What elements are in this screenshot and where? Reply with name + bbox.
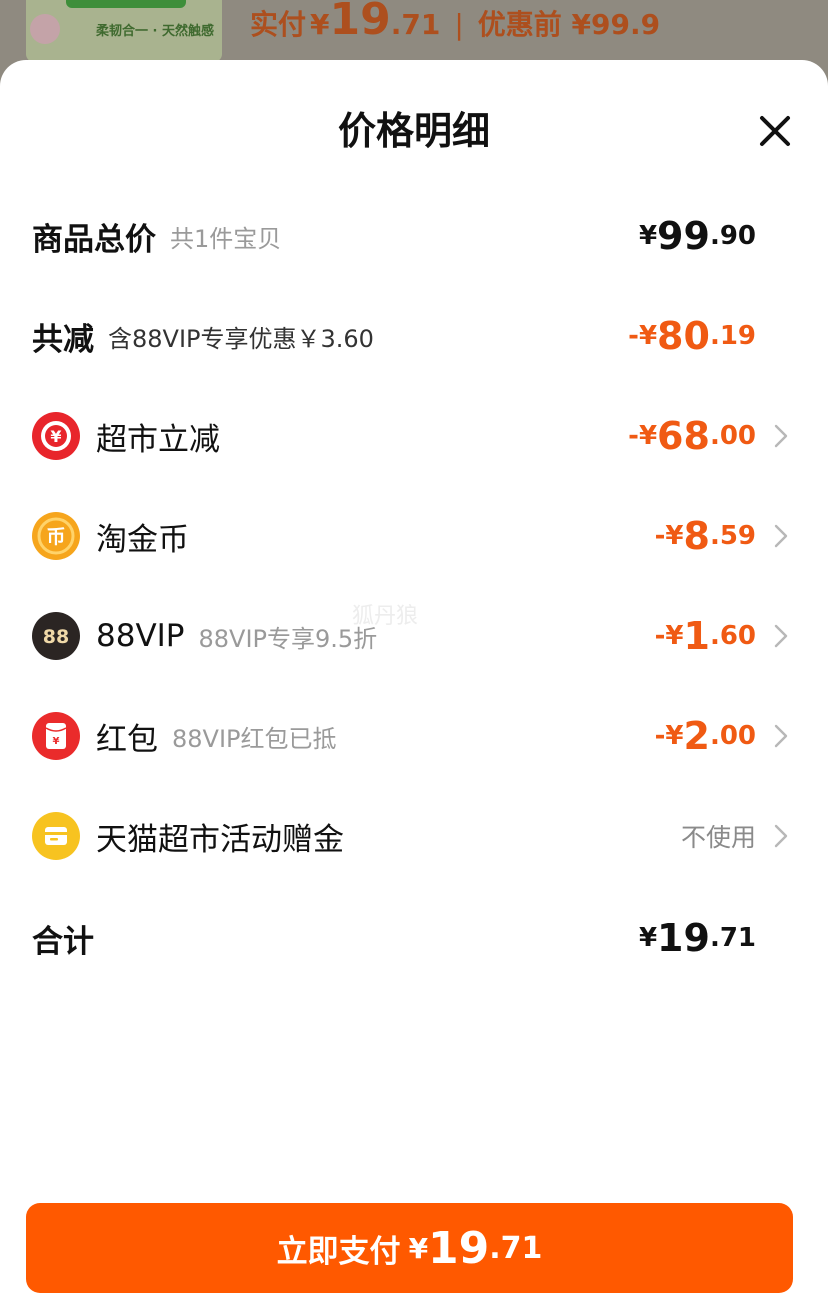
amount-decimal: .60 [709, 621, 756, 651]
chevron-right-icon [774, 824, 788, 848]
market-discount-icon: ¥ [32, 412, 80, 460]
vip-note: 88VIP专享9.5折 [198, 624, 378, 653]
amount-currency: -¥ [654, 621, 684, 651]
market-discount-amount: -¥ 68 .00 [628, 386, 756, 486]
paid-integer: 19 [329, 0, 391, 45]
amount-currency: -¥ [628, 421, 658, 451]
thumbnail-bar [66, 0, 186, 8]
bonus-credit-label: 天猫超市活动赠金 [96, 821, 344, 858]
thumbnail-decoration [30, 14, 60, 44]
red-packet-icon: ¥ [32, 712, 80, 760]
row-gold-coin[interactable]: 币 淘金币 -¥ 8 .59 [0, 486, 828, 586]
row-bonus-credit[interactable]: 天猫超市活动赠金 不使用 [0, 786, 828, 886]
goods-total-amount: ¥ 99 .90 [639, 186, 756, 286]
vip-88-icon: 88 [32, 612, 80, 660]
thumbnail-text: 柔韧合一 · 天然触感 [96, 24, 214, 39]
amount-currency: -¥ [654, 721, 684, 751]
amount-integer: 99 [657, 214, 710, 258]
close-icon [760, 116, 790, 146]
row-total-discount: 共减 含88VIP专享优惠￥3.60 -¥ 80 .19 [0, 286, 828, 386]
amount-decimal: .90 [709, 221, 756, 251]
goods-total-label: 商品总价 [32, 221, 156, 258]
pay-button-label: 立即支付 [276, 1233, 401, 1270]
pay-button-currency: ¥ [408, 1231, 429, 1265]
price-separator: | [454, 8, 464, 41]
price-detail-sheet: 价格明细 商品总价 共1件宝贝 ¥ 99 .90 共减 含88VIP专享优惠￥3… [0, 60, 828, 1296]
amount-currency: -¥ [654, 521, 684, 551]
row-market-discount[interactable]: ¥ 超市立减 -¥ 68 .00 [0, 386, 828, 486]
red-packet-note: 88VIP红包已抵 [172, 724, 337, 753]
row-sum: 合计 ¥ 19 .71 [0, 888, 828, 988]
total-discount-label: 共减 [32, 321, 94, 358]
market-discount-label: 超市立减 [96, 421, 220, 458]
vip-label: 88VIP [96, 618, 185, 654]
paid-currency: ¥ [310, 8, 330, 41]
amount-currency: ¥ [638, 923, 658, 953]
amount-currency: ¥ [638, 221, 658, 251]
vip-amount: -¥ 1 .60 [655, 586, 756, 686]
amount-decimal: .59 [709, 521, 756, 551]
chevron-right-icon [774, 624, 788, 648]
vip-icon-glyph: 88 [43, 626, 69, 648]
pay-button-integer: 19 [428, 1222, 490, 1274]
gold-coin-amount: -¥ 8 .59 [655, 486, 756, 586]
chevron-right-icon [774, 424, 788, 448]
amount-integer: 1 [683, 614, 710, 658]
sheet-title: 价格明细 [337, 109, 490, 153]
gold-coin-icon: 币 [32, 512, 80, 560]
redpacket-icon-glyph: ¥ [53, 736, 60, 747]
close-button[interactable] [754, 110, 796, 152]
bonus-credit-value: 不使用 [680, 823, 756, 852]
market-icon-glyph: ¥ [50, 427, 61, 446]
amount-decimal: .71 [709, 923, 756, 953]
amount-integer: 19 [657, 916, 710, 960]
background-price: 实付 ¥ 19 .71 | 优惠前 ¥99.9 [250, 0, 660, 45]
sum-label: 合计 [32, 923, 94, 960]
pay-button-decimal: .71 [489, 1230, 543, 1266]
amount-decimal: .00 [709, 721, 756, 751]
sum-amount: ¥ 19 .71 [639, 888, 756, 988]
paid-decimal: .71 [390, 8, 441, 41]
paid-label: 实付 [250, 8, 307, 41]
red-packet-label: 红包 [96, 721, 158, 758]
watermark: 狐丹狼 [352, 604, 419, 629]
chevron-right-icon [774, 524, 788, 548]
amount-integer: 8 [683, 514, 710, 558]
gift-card-icon [32, 812, 80, 860]
amount-currency: -¥ [628, 321, 658, 351]
amount-integer: 68 [657, 414, 710, 458]
amount-decimal: .00 [709, 421, 756, 451]
coin-icon-glyph: 币 [46, 526, 65, 548]
product-thumbnail: 柔韧合一 · 天然触感 [26, 0, 222, 62]
gold-coin-label: 淘金币 [96, 521, 189, 558]
total-discount-amount: -¥ 80 .19 [628, 286, 756, 386]
amount-integer: 2 [683, 714, 710, 758]
pay-now-button[interactable]: 立即支付 ¥ 19 .71 [26, 1203, 793, 1293]
amount-integer: 80 [657, 314, 710, 358]
goods-count: 共1件宝贝 [170, 224, 282, 253]
row-red-packet[interactable]: ¥ 红包 88VIP红包已抵 -¥ 2 .00 [0, 686, 828, 786]
row-goods-total: 商品总价 共1件宝贝 ¥ 99 .90 [0, 186, 828, 286]
vip-discount-note: 含88VIP专享优惠￥3.60 [108, 324, 374, 353]
red-packet-amount: -¥ 2 .00 [655, 686, 756, 786]
original-price: 优惠前 ¥99.9 [477, 8, 661, 41]
amount-decimal: .19 [709, 321, 756, 351]
chevron-right-icon [774, 724, 788, 748]
